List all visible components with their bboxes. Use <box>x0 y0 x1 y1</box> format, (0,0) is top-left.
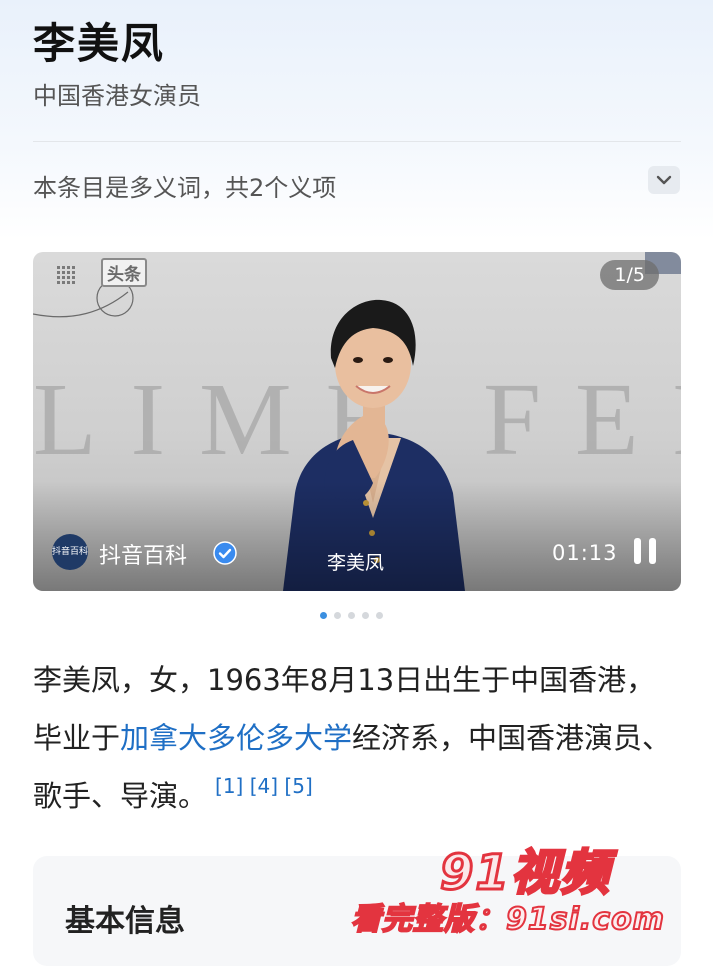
video-duration: 01:13 <box>552 541 618 565</box>
ref-link[interactable]: [5] <box>284 774 312 798</box>
verified-icon <box>213 541 237 565</box>
carousel-dot[interactable] <box>376 612 383 619</box>
pause-icon[interactable] <box>631 536 659 566</box>
media-caption: 李美凤 <box>327 552 385 574</box>
chevron-down-icon <box>656 175 672 185</box>
slide-counter: 1/5 <box>600 260 659 290</box>
source-logo[interactable]: 抖音百科 <box>52 534 88 570</box>
intro-paragraph: 李美凤，女，1963年8月13日出生于中国香港，毕业于加拿大多伦多大学经济系，中… <box>33 651 683 825</box>
carousel-dots <box>320 612 383 619</box>
reference-links: [1] [4] [5] <box>215 774 313 798</box>
carousel-dot[interactable] <box>334 612 341 619</box>
ref-link[interactable]: [1] <box>215 774 243 798</box>
polysemy-expand-button[interactable] <box>648 166 680 194</box>
ref-link[interactable]: [4] <box>250 774 278 798</box>
divider <box>33 141 681 142</box>
polysemy-note[interactable]: 本条目是多义词，共2个义项 <box>33 168 336 203</box>
carousel-dot[interactable] <box>348 612 355 619</box>
headline-badge: 头条 <box>101 258 147 287</box>
university-link[interactable]: 加拿大多伦多大学 <box>120 721 352 755</box>
page-subtitle: 中国香港女演员 <box>33 82 201 110</box>
page-title: 李美凤 <box>33 19 166 68</box>
watermark-logo: 91视频 <box>439 844 611 903</box>
watermark-url: 看完整版：91si.com <box>350 901 665 938</box>
source-name[interactable]: 抖音百科 <box>99 538 187 570</box>
basic-info-title: 基本信息 <box>65 904 185 939</box>
carousel-dot[interactable] <box>320 612 327 619</box>
media-carousel[interactable]: LIME FENG 头条 1/5 李美凤 抖音百科 抖音百科 <box>33 252 681 591</box>
carousel-dot[interactable] <box>362 612 369 619</box>
